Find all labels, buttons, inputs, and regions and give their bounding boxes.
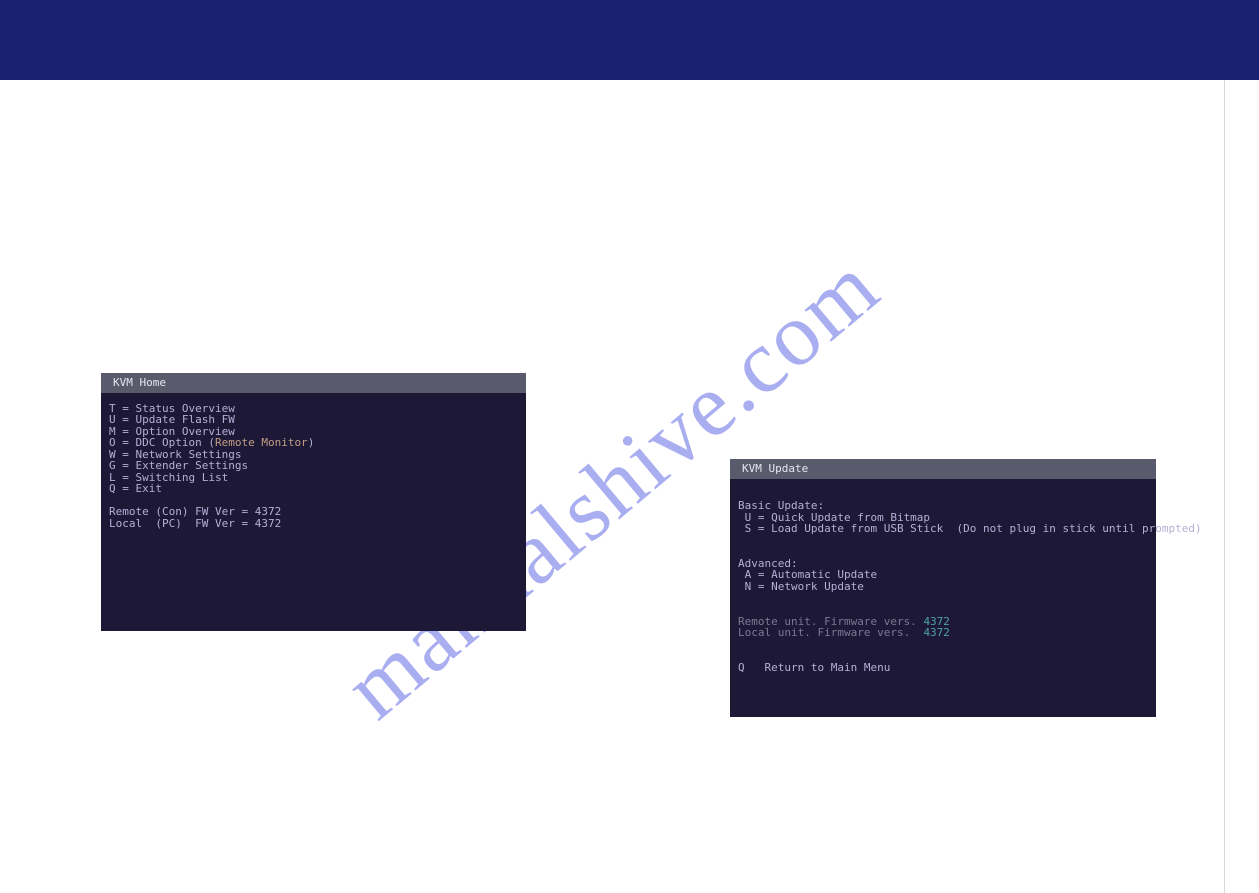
kvm-home-window: KVM Home T = Status Overview U = Update … <box>101 373 526 631</box>
menu-item-exit: Q = Exit <box>109 482 162 495</box>
kvm-update-titlebar: KVM Update <box>730 459 1156 479</box>
kvm-update-window: KVM Update Basic Update: U = Quick Updat… <box>730 459 1156 717</box>
kvm-home-titlebar: KVM Home <box>101 373 526 393</box>
menu-item-ddc-suffix: ) <box>308 436 315 449</box>
fw-local: Local (PC) FW Ver = 4372 <box>109 517 281 530</box>
basic-usb-update: S = Load Update from USB Stick (Do not p… <box>738 522 1202 535</box>
page-content: manualshive.com KVM Home T = Status Over… <box>0 80 1225 893</box>
kvm-home-body: T = Status Overview U = Update Flash FW … <box>101 393 526 540</box>
advanced-network: N = Network Update <box>738 580 864 593</box>
local-fw-prefix: Local unit. Firmware vers. <box>738 626 923 639</box>
kvm-update-body: Basic Update: U = Quick Update from Bitm… <box>730 479 1156 684</box>
return-main-menu: Q Return to Main Menu <box>738 661 890 674</box>
top-banner <box>0 0 1259 80</box>
local-fw-version: 4372 <box>923 626 950 639</box>
